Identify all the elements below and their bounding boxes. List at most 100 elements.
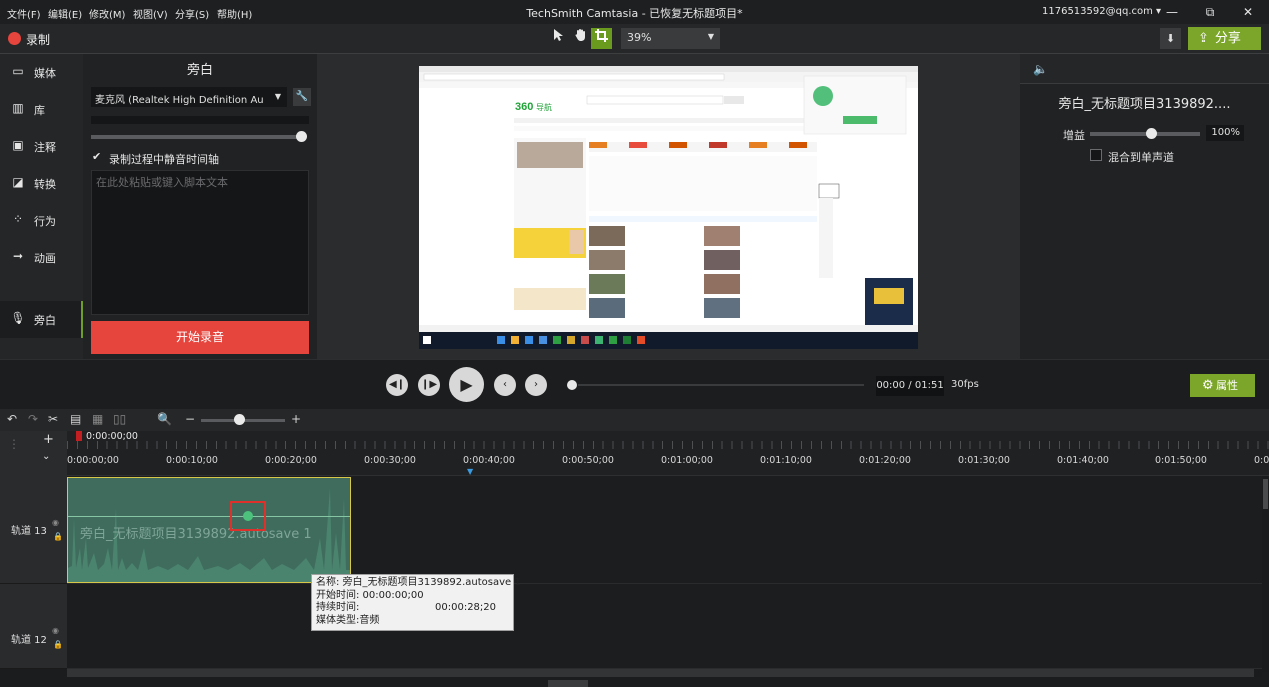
mic-volume-slider[interactable]	[91, 135, 305, 139]
properties-button[interactable]: ⚙ 属性	[1190, 374, 1255, 397]
video-preview[interactable]: 360 导航	[419, 66, 918, 349]
track-height-icon[interactable]: ⋮	[8, 437, 20, 451]
speaker-icon[interactable]: 🔈	[1033, 62, 1048, 76]
play-icon[interactable]: ▶	[449, 367, 484, 402]
gain-slider-knob[interactable]	[1145, 128, 1157, 139]
tooltip-duration-value: 00:00:28;20	[435, 602, 497, 613]
properties-panel: 🔈 旁白_无标题项目3139892.... 增益 100% 混合到单声道	[1020, 54, 1269, 359]
crop-icon[interactable]	[591, 28, 612, 49]
download-icon[interactable]: ⬇	[1160, 28, 1181, 49]
tab-animations[interactable]: ➞ 动画	[0, 239, 83, 276]
account-menu[interactable]: 1176513592@qq.com ▾	[1042, 6, 1161, 17]
zoom-in-icon[interactable]: +	[291, 412, 301, 426]
timeline-toolbar: ↶ ↷ ✂ ▤ ▦ ▯▯ 🔍 − +	[0, 409, 1269, 431]
step-back-icon[interactable]: ◀❙	[386, 374, 408, 396]
zoom-icon[interactable]: 🔍	[157, 412, 172, 426]
redo-icon[interactable]: ↷	[28, 412, 38, 426]
track-header[interactable]: 轨道 13 ◉ 🔒	[0, 476, 67, 584]
ruler-label: 0:01:00;00	[661, 455, 713, 466]
menu-help[interactable]: 帮助(H)	[217, 6, 252, 21]
playback-bar: ◀❙ ❙▶ ▶ ‹ › 00:00 / 01:51 30fps ⚙ 属性	[0, 359, 1269, 409]
mic-volume-knob[interactable]	[296, 131, 307, 142]
split-icon[interactable]: ▯▯	[113, 412, 126, 426]
audio-level-meter	[91, 116, 309, 124]
lock-icon[interactable]: 🔒	[53, 640, 63, 649]
zoom-dropdown[interactable]: 39% ▼	[621, 28, 720, 49]
microphone-device: 麦克风 (Realtek High Definition Au	[95, 95, 264, 106]
ruler-label: 0:00:10;00	[166, 455, 218, 466]
properties-tabbar: 🔈	[1020, 54, 1269, 84]
menu-modify[interactable]: 修改(M)	[89, 6, 125, 21]
seek-knob[interactable]	[567, 380, 577, 390]
svg-text:导航: 导航	[536, 102, 552, 112]
panel-title: 旁白	[186, 63, 213, 78]
undo-icon[interactable]: ↶	[7, 412, 17, 426]
minimize-button[interactable]: —	[1160, 3, 1184, 21]
track-body[interactable]	[67, 584, 1262, 669]
microphone-dropdown[interactable]: 麦克风 (Realtek High Definition Au ▼	[91, 87, 287, 107]
script-placeholder: 在此处粘贴或键入脚本文本	[96, 176, 228, 189]
share-icon: ⇪	[1198, 31, 1209, 46]
tooltip-duration-label: 持续时间:	[316, 602, 360, 613]
copy-icon[interactable]: ▤	[70, 412, 81, 426]
restore-button[interactable]: ⧉	[1198, 3, 1222, 21]
mix-mono-label: 混合到单声道	[1108, 151, 1174, 164]
seek-bar[interactable]	[578, 384, 864, 386]
pointer-icon[interactable]	[548, 28, 569, 49]
record-button[interactable]: 录制	[26, 31, 50, 48]
gear-icon: ⚙	[1202, 378, 1214, 393]
previous-icon[interactable]: ‹	[494, 374, 516, 396]
add-track-icon[interactable]: +	[43, 432, 54, 447]
volume-line[interactable]	[68, 516, 350, 517]
gain-input[interactable]: 100%	[1206, 125, 1244, 141]
tooltip-start: 开始时间: 00:00:00;00	[316, 589, 424, 601]
zoom-out-icon[interactable]: −	[185, 412, 195, 426]
step-forward-icon[interactable]: ❙▶	[418, 374, 440, 396]
mute-timeline-checkbox[interactable]: ✔	[92, 151, 103, 162]
chevron-down-icon: ▼	[274, 92, 281, 101]
tab-behaviors[interactable]: ⁘ 行为	[0, 202, 83, 239]
mute-timeline-label: 录制过程中静音时间轴	[109, 153, 219, 166]
timecode: 00:00 / 01:51	[876, 376, 944, 396]
vertical-scroll-thumb[interactable]	[1263, 479, 1268, 509]
eye-icon[interactable]: ◉	[52, 626, 59, 635]
menu-view[interactable]: 视图(V)	[133, 6, 168, 21]
timeline-ruler[interactable]: ⋮ + ⌄ 0:00:00;00 0:00:00;00 0:00:10;00 0…	[0, 431, 1269, 476]
share-button[interactable]: ⇪ 分享	[1188, 27, 1261, 50]
close-button[interactable]: ✕	[1236, 3, 1260, 21]
canvas-area[interactable]: 360 导航	[317, 54, 1020, 359]
tab-library[interactable]: ▥ 库	[0, 91, 83, 128]
track-header[interactable]: 轨道 12 ◉ 🔒	[0, 584, 67, 669]
cut-icon[interactable]: ✂	[48, 412, 58, 426]
behavior-icon: ⁘	[12, 212, 24, 226]
menu-edit[interactable]: 编辑(E)	[48, 6, 82, 21]
record-dot-icon[interactable]	[8, 32, 21, 45]
tab-narration[interactable]: 🎙 旁白	[0, 301, 83, 338]
eye-icon[interactable]: ◉	[52, 518, 59, 527]
ruler-label: 0:01:20;00	[859, 455, 911, 466]
horizontal-scroll-thumb[interactable]	[67, 669, 1254, 677]
start-recording-button[interactable]: 开始录音	[91, 321, 309, 354]
next-icon[interactable]: ›	[525, 374, 547, 396]
fps-label: 30fps	[951, 379, 979, 390]
menu-file[interactable]: 文件(F)	[7, 6, 41, 21]
mix-mono-checkbox[interactable]	[1090, 149, 1102, 161]
title-bar: 文件(F) 编辑(E) 修改(M) 视图(V) 分享(S) 帮助(H) Tech…	[0, 0, 1269, 24]
tab-transitions[interactable]: ◪ 转换	[0, 165, 83, 202]
tab-library-label: 库	[34, 104, 45, 117]
playhead[interactable]	[76, 431, 82, 441]
marker-icon[interactable]: ▼	[467, 467, 473, 476]
menu-share[interactable]: 分享(S)	[175, 6, 209, 21]
tab-media[interactable]: ▭ 媒体	[0, 54, 83, 91]
wrench-icon[interactable]: 🔧	[293, 88, 311, 106]
lock-icon[interactable]: 🔒	[53, 532, 63, 541]
paste-icon[interactable]: ▦	[92, 412, 103, 426]
timeline-zoom-knob[interactable]	[233, 414, 245, 425]
script-textarea[interactable]: 在此处粘贴或键入脚本文本	[91, 170, 309, 315]
collapse-tracks-icon[interactable]: ⌄	[42, 451, 50, 462]
hand-icon[interactable]	[570, 28, 591, 49]
tab-annotations[interactable]: ▣ 注释	[0, 128, 83, 165]
resize-handle[interactable]	[548, 680, 588, 687]
playhead-time: 0:00:00;00	[86, 431, 138, 442]
audio-clip[interactable]: 旁白_无标题项目3139892.autosave 1	[67, 477, 351, 583]
